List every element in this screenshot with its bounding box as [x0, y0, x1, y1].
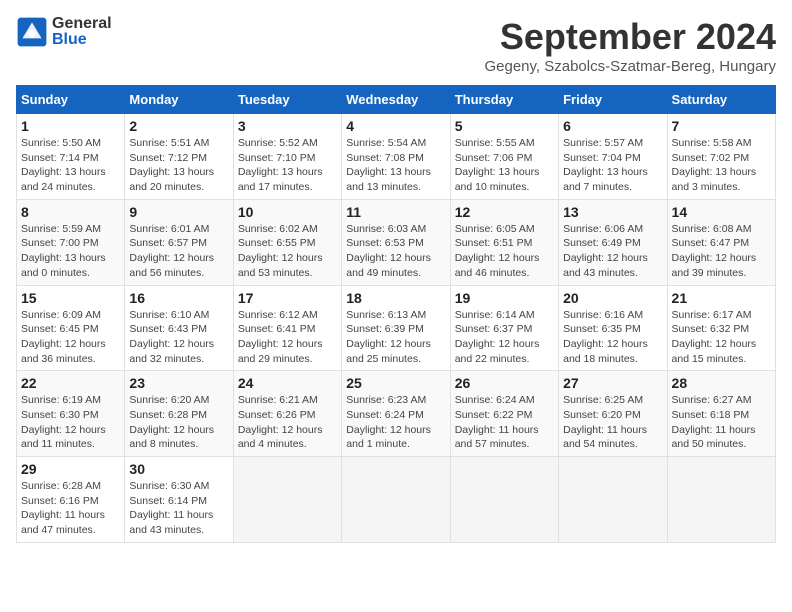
title-area: September 2024 Gegeny, Szabolcs-Szatmar-… — [484, 16, 776, 75]
calendar-day-7: 7Sunrise: 5:58 AM Sunset: 7:02 PM Daylig… — [667, 114, 775, 200]
calendar-day-21: 21Sunrise: 6:17 AM Sunset: 6:32 PM Dayli… — [667, 285, 775, 371]
calendar-week-4: 22Sunrise: 6:19 AM Sunset: 6:30 PM Dayli… — [17, 371, 776, 457]
calendar-day-23: 23Sunrise: 6:20 AM Sunset: 6:28 PM Dayli… — [125, 371, 233, 457]
calendar-day-27: 27Sunrise: 6:25 AM Sunset: 6:20 PM Dayli… — [559, 371, 667, 457]
calendar-day-25: 25Sunrise: 6:23 AM Sunset: 6:24 PM Dayli… — [342, 371, 450, 457]
calendar-day-22: 22Sunrise: 6:19 AM Sunset: 6:30 PM Dayli… — [17, 371, 125, 457]
calendar-day-20: 20Sunrise: 6:16 AM Sunset: 6:35 PM Dayli… — [559, 285, 667, 371]
weekday-header-friday: Friday — [559, 86, 667, 114]
calendar-day-empty — [450, 457, 558, 543]
weekday-header-thursday: Thursday — [450, 86, 558, 114]
calendar-day-11: 11Sunrise: 6:03 AM Sunset: 6:53 PM Dayli… — [342, 199, 450, 285]
calendar-day-9: 9Sunrise: 6:01 AM Sunset: 6:57 PM Daylig… — [125, 199, 233, 285]
calendar-day-4: 4Sunrise: 5:54 AM Sunset: 7:08 PM Daylig… — [342, 114, 450, 200]
calendar-day-5: 5Sunrise: 5:55 AM Sunset: 7:06 PM Daylig… — [450, 114, 558, 200]
logo-blue: Blue — [52, 31, 87, 48]
calendar-day-28: 28Sunrise: 6:27 AM Sunset: 6:18 PM Dayli… — [667, 371, 775, 457]
calendar-week-2: 8Sunrise: 5:59 AM Sunset: 7:00 PM Daylig… — [17, 199, 776, 285]
location-title: Gegeny, Szabolcs-Szatmar-Bereg, Hungary — [484, 58, 776, 75]
calendar-day-empty — [342, 457, 450, 543]
calendar-day-empty — [667, 457, 775, 543]
calendar-day-13: 13Sunrise: 6:06 AM Sunset: 6:49 PM Dayli… — [559, 199, 667, 285]
calendar-week-3: 15Sunrise: 6:09 AM Sunset: 6:45 PM Dayli… — [17, 285, 776, 371]
calendar-day-16: 16Sunrise: 6:10 AM Sunset: 6:43 PM Dayli… — [125, 285, 233, 371]
weekday-header-sunday: Sunday — [17, 86, 125, 114]
weekday-header-tuesday: Tuesday — [233, 86, 341, 114]
calendar-day-18: 18Sunrise: 6:13 AM Sunset: 6:39 PM Dayli… — [342, 285, 450, 371]
calendar-day-24: 24Sunrise: 6:21 AM Sunset: 6:26 PM Dayli… — [233, 371, 341, 457]
calendar-day-3: 3Sunrise: 5:52 AM Sunset: 7:10 PM Daylig… — [233, 114, 341, 200]
header: General Blue September 2024 Gegeny, Szab… — [16, 16, 776, 75]
weekday-header-wednesday: Wednesday — [342, 86, 450, 114]
calendar-week-5: 29Sunrise: 6:28 AM Sunset: 6:16 PM Dayli… — [17, 457, 776, 543]
calendar-day-8: 8Sunrise: 5:59 AM Sunset: 7:00 PM Daylig… — [17, 199, 125, 285]
weekday-header-monday: Monday — [125, 86, 233, 114]
month-title: September 2024 — [484, 16, 776, 58]
calendar-week-1: 1Sunrise: 5:50 AM Sunset: 7:14 PM Daylig… — [17, 114, 776, 200]
logo: General Blue — [16, 16, 112, 48]
weekday-header-row: SundayMondayTuesdayWednesdayThursdayFrid… — [17, 86, 776, 114]
calendar-day-29: 29Sunrise: 6:28 AM Sunset: 6:16 PM Dayli… — [17, 457, 125, 543]
calendar-day-14: 14Sunrise: 6:08 AM Sunset: 6:47 PM Dayli… — [667, 199, 775, 285]
calendar-day-30: 30Sunrise: 6:30 AM Sunset: 6:14 PM Dayli… — [125, 457, 233, 543]
calendar-day-17: 17Sunrise: 6:12 AM Sunset: 6:41 PM Dayli… — [233, 285, 341, 371]
calendar-day-10: 10Sunrise: 6:02 AM Sunset: 6:55 PM Dayli… — [233, 199, 341, 285]
logo-general: General — [52, 15, 112, 32]
calendar-day-empty — [559, 457, 667, 543]
calendar-day-26: 26Sunrise: 6:24 AM Sunset: 6:22 PM Dayli… — [450, 371, 558, 457]
calendar-day-19: 19Sunrise: 6:14 AM Sunset: 6:37 PM Dayli… — [450, 285, 558, 371]
calendar-table: SundayMondayTuesdayWednesdayThursdayFrid… — [16, 85, 776, 543]
calendar-day-1: 1Sunrise: 5:50 AM Sunset: 7:14 PM Daylig… — [17, 114, 125, 200]
calendar-day-empty — [233, 457, 341, 543]
calendar-day-6: 6Sunrise: 5:57 AM Sunset: 7:04 PM Daylig… — [559, 114, 667, 200]
calendar-day-2: 2Sunrise: 5:51 AM Sunset: 7:12 PM Daylig… — [125, 114, 233, 200]
logo-icon — [16, 16, 48, 48]
calendar-day-15: 15Sunrise: 6:09 AM Sunset: 6:45 PM Dayli… — [17, 285, 125, 371]
weekday-header-saturday: Saturday — [667, 86, 775, 114]
calendar-day-12: 12Sunrise: 6:05 AM Sunset: 6:51 PM Dayli… — [450, 199, 558, 285]
